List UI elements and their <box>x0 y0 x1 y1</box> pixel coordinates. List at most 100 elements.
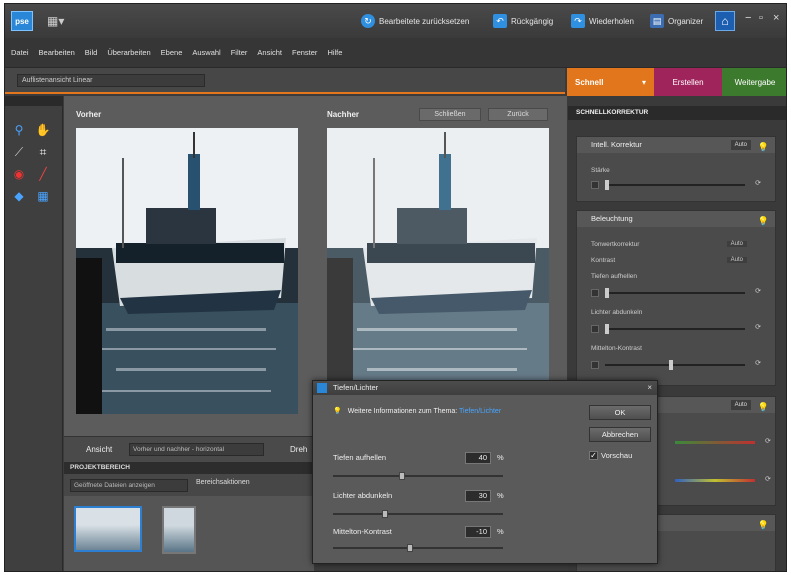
slider-knob[interactable] <box>407 544 413 552</box>
smart-fix-auto-button[interactable]: Auto <box>730 140 751 150</box>
lightbulb-icon: 💡 <box>757 520 769 530</box>
midtone-slider[interactable]: ⟳ <box>591 359 761 370</box>
minimize-button[interactable]: − <box>745 12 751 24</box>
bin-actions-button[interactable]: Bereichsaktionen <box>196 479 250 486</box>
slider-knob[interactable] <box>669 360 673 370</box>
lighting-header[interactable]: Beleuchtung 💡 <box>577 211 775 227</box>
color-auto-button[interactable]: Auto <box>730 400 751 410</box>
slider-knob[interactable] <box>382 510 388 518</box>
thumbnail-2[interactable] <box>162 506 196 554</box>
highlights-slider[interactable]: ⟳ <box>591 323 761 334</box>
back-button[interactable]: Zurück <box>488 108 548 121</box>
reset-button[interactable]: ↻ Bearbeitete zurücksetzen <box>361 13 469 29</box>
view-select[interactable]: Vorher und nachher - horizontal <box>129 443 264 456</box>
view-label: Ansicht <box>86 445 113 454</box>
shadows-slider[interactable]: ⟳ <box>591 287 761 298</box>
restore-button[interactable]: ▫ <box>759 12 763 24</box>
reset-box[interactable] <box>591 181 599 189</box>
zoom-tool-icon[interactable]: ⚲ <box>11 122 27 138</box>
midtone-slider[interactable] <box>333 544 503 552</box>
help-link[interactable]: Tiefen/Lichter <box>459 408 501 415</box>
options-bar: Auflistenansicht Linear <box>5 68 565 94</box>
layout-menu-button[interactable]: ▦▾ <box>47 14 69 28</box>
slider-knob[interactable] <box>399 472 405 480</box>
slider-knob[interactable] <box>605 288 609 298</box>
organizer-button[interactable]: ▤ Organizer <box>650 13 703 29</box>
app-window: pse ▦▾ ↻ Bearbeitete zurücksetzen ↶ Rück… <box>4 3 787 572</box>
menu-filter[interactable]: Filter <box>231 48 248 57</box>
contrast-auto-button[interactable]: Auto <box>726 257 747 263</box>
highlights-field-label: Lichter abdunkeln <box>333 491 393 500</box>
menu-edit[interactable]: Bearbeiten <box>39 48 75 57</box>
midtone-value-input[interactable]: -10 <box>465 526 491 538</box>
lighting-section: Beleuchtung 💡 Tonwertkorrektur Auto Kont… <box>576 210 776 386</box>
strength-slider[interactable]: ⟳ <box>591 179 761 190</box>
strength-label: Stärke <box>591 167 610 174</box>
reset-icon[interactable]: ⟳ <box>755 179 761 187</box>
project-bin-header: PROJEKTBEREICH <box>64 462 314 474</box>
percent-unit: % <box>497 527 504 536</box>
after-image[interactable] <box>327 128 549 414</box>
menu-file[interactable]: Datei <box>11 48 29 57</box>
reset-icon[interactable]: ⟳ <box>765 475 771 483</box>
ok-button[interactable]: OK <box>589 405 651 420</box>
slider-knob[interactable] <box>605 324 609 334</box>
lightbulb-icon: 💡 <box>757 142 769 152</box>
reset-icon[interactable]: ⟳ <box>755 359 761 367</box>
preview-checkbox[interactable]: ✓ Vorschau <box>589 451 632 460</box>
highlights-slider[interactable] <box>333 510 503 518</box>
undo-icon: ↶ <box>493 14 507 28</box>
sky-tool-icon[interactable]: ▦ <box>35 188 51 204</box>
undo-button[interactable]: ↶ Rückgängig <box>493 13 553 29</box>
menu-window[interactable]: Fenster <box>292 48 317 57</box>
cancel-button[interactable]: Abbrechen <box>589 427 651 442</box>
tab-create[interactable]: Erstellen <box>654 68 722 96</box>
brush-tool-icon[interactable]: ╱ <box>35 166 51 182</box>
percent-unit: % <box>497 453 504 462</box>
before-image[interactable] <box>76 128 298 414</box>
after-label: Nachher <box>327 110 360 119</box>
smart-fix-header[interactable]: Intell. Korrektur Auto 💡 <box>577 137 775 153</box>
shadows-slider[interactable] <box>333 472 503 480</box>
hue-track[interactable] <box>675 441 755 444</box>
lightbulb-icon: 💡 <box>757 216 769 226</box>
home-button[interactable]: ⌂ <box>715 11 735 31</box>
whiten-teeth-icon[interactable]: ◆ <box>11 188 27 204</box>
chevron-down-icon: ▾ <box>641 77 646 87</box>
levels-label: Tonwertkorrektur <box>591 241 640 248</box>
close-icon[interactable]: × <box>647 381 652 395</box>
project-bin-bar: Geöffnete Dateien anzeigen Bereichsaktio… <box>64 474 314 496</box>
menu-select[interactable]: Auswahl <box>192 48 220 57</box>
toolbox: ⚲ ✋ ⟋ ⌗ ◉ ╱ ◆ ▦ <box>5 96 63 571</box>
reset-icon[interactable]: ⟳ <box>765 437 771 445</box>
highlights-value-input[interactable]: 30 <box>465 490 491 502</box>
hand-tool-icon[interactable]: ✋ <box>35 122 51 138</box>
tab-share[interactable]: Weitergabe <box>722 68 786 96</box>
saturation-track[interactable] <box>675 479 755 482</box>
crop-tool-icon[interactable]: ⌗ <box>35 144 51 160</box>
menu-layer[interactable]: Ebene <box>161 48 183 57</box>
menu-enhance[interactable]: Überarbeiten <box>107 48 150 57</box>
levels-auto-button[interactable]: Auto <box>726 241 747 247</box>
menu-image[interactable]: Bild <box>85 48 98 57</box>
reset-icon[interactable]: ⟳ <box>755 323 761 331</box>
close-window-button[interactable]: × <box>773 12 779 24</box>
shadows-value-input[interactable]: 40 <box>465 452 491 464</box>
menu-view[interactable]: Ansicht <box>257 48 282 57</box>
thumbnail-1[interactable] <box>74 506 142 552</box>
preset-select[interactable]: Auflistenansicht Linear <box>17 74 205 87</box>
dialog-title-bar[interactable]: Tiefen/Lichter × <box>313 381 657 395</box>
tab-quick[interactable]: Schnell ▾ <box>567 68 654 96</box>
shadows-label: Tiefen aufhellen <box>591 273 638 280</box>
midtone-field-label: Mittelton-Kontrast <box>333 527 392 536</box>
redo-button[interactable]: ↷ Wiederholen <box>571 13 634 29</box>
reset-icon[interactable]: ⟳ <box>755 287 761 295</box>
quick-selection-icon[interactable]: ⟋ <box>11 144 27 160</box>
checkmark-icon: ✓ <box>589 451 598 460</box>
toolbox-header <box>5 96 62 106</box>
slider-knob[interactable] <box>605 180 609 190</box>
bin-filter-select[interactable]: Geöffnete Dateien anzeigen <box>70 479 188 492</box>
menu-help[interactable]: Hilfe <box>327 48 342 57</box>
close-compare-button[interactable]: Schließen <box>419 108 481 121</box>
red-eye-tool-icon[interactable]: ◉ <box>11 166 27 182</box>
